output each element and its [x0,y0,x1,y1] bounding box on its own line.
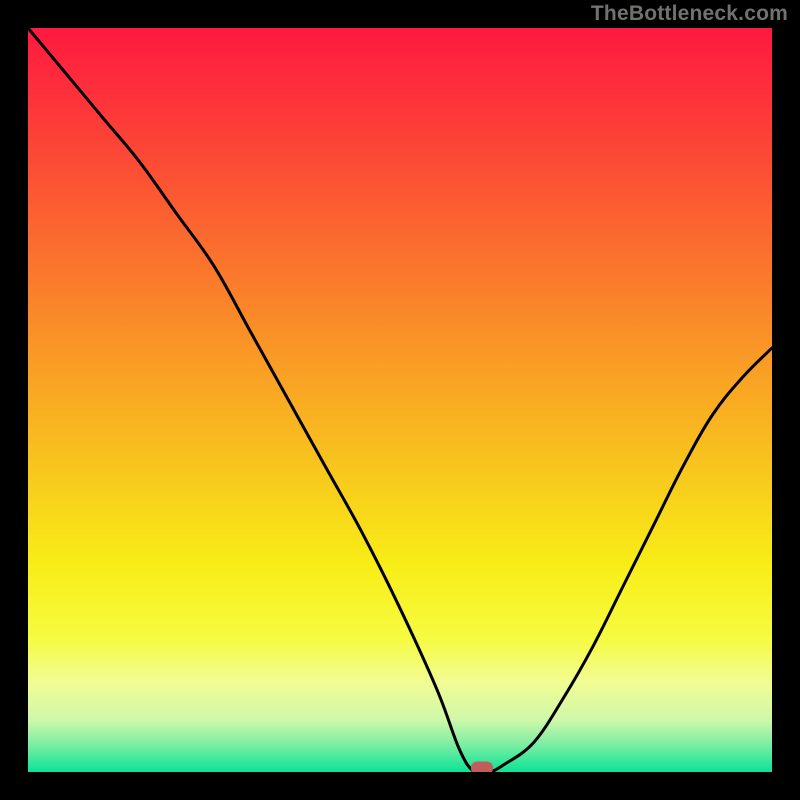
watermark-text: TheBottleneck.com [591,2,788,26]
chart-container: TheBottleneck.com [0,0,800,800]
bottleneck-curve [28,28,772,772]
optimal-point-marker [471,762,493,773]
plot-area [28,28,772,772]
